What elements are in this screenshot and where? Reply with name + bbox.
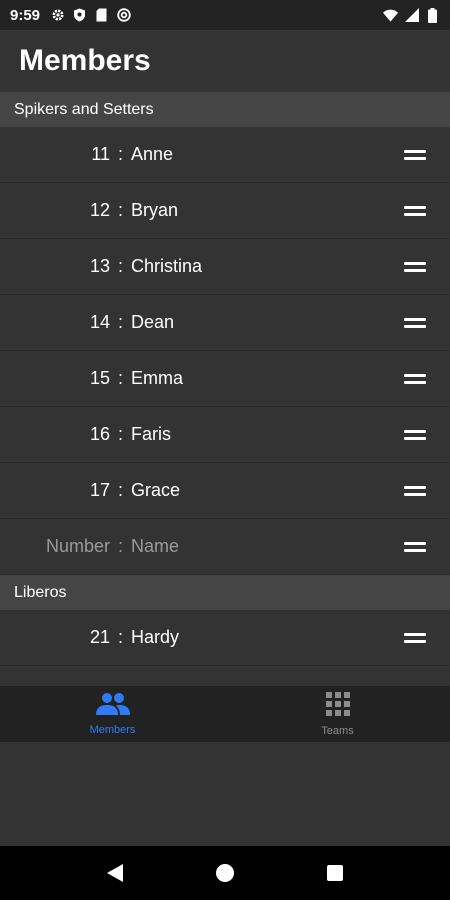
section-header-liberos: Liberos — [0, 575, 450, 610]
member-row[interactable]: 11 : Anne — [0, 127, 450, 183]
member-row[interactable]: 13 : Christina — [0, 239, 450, 295]
tab-members-label: Members — [89, 724, 136, 736]
status-bar: 9:59 — [0, 0, 450, 30]
drag-handle-icon[interactable] — [404, 260, 426, 274]
member-name: Emma — [131, 368, 184, 388]
recents-icon[interactable] — [315, 853, 355, 893]
drag-handle-icon[interactable] — [404, 631, 426, 645]
shield-icon — [72, 8, 87, 23]
member-number: 14 — [89, 312, 110, 332]
member-separator: : — [117, 536, 123, 556]
back-icon[interactable] — [95, 853, 135, 893]
member-name: Bryan — [131, 200, 179, 220]
drag-handle-icon[interactable] — [404, 204, 426, 218]
page-title: Members — [19, 44, 151, 77]
number-input[interactable]: Number — [0, 536, 110, 557]
member-name: Christina — [131, 256, 203, 276]
member-name: Anne — [131, 144, 174, 164]
bottom-navigation: Members Teams — [0, 686, 450, 742]
drag-handle-icon[interactable] — [404, 428, 426, 442]
tab-teams[interactable]: Teams — [225, 686, 450, 742]
app-header: Members — [0, 30, 450, 92]
member-number: 17 — [89, 480, 110, 500]
empty-content-area — [0, 742, 450, 846]
member-row[interactable]: 12 : Bryan — [0, 183, 450, 239]
member-separator: : — [117, 368, 123, 388]
gear-icon — [50, 8, 65, 23]
member-name: Grace — [131, 480, 181, 500]
section-header-spikers-setters: Spikers and Setters — [0, 92, 450, 127]
drag-handle-icon[interactable] — [404, 148, 426, 162]
member-row[interactable]: 16 : Faris — [0, 407, 450, 463]
people-icon — [95, 692, 130, 721]
drag-handle-icon[interactable] — [404, 484, 426, 498]
system-navigation-bar — [0, 846, 450, 900]
member-row[interactable]: 15 : Emma — [0, 351, 450, 407]
member-separator: : — [117, 627, 123, 647]
sim-card-icon — [94, 8, 109, 23]
new-member-row[interactable]: Number : Name — [0, 519, 450, 575]
member-separator: : — [117, 144, 123, 164]
member-number: 16 — [89, 424, 110, 444]
member-separator: : — [117, 424, 123, 444]
home-icon[interactable] — [205, 853, 245, 893]
member-number: 12 — [89, 200, 110, 220]
drag-handle-icon[interactable] — [404, 372, 426, 386]
member-row[interactable]: 21 : Hardy — [0, 610, 450, 666]
member-separator: : — [117, 480, 123, 500]
member-number: 13 — [89, 256, 110, 276]
member-name: Hardy — [131, 627, 180, 647]
battery-icon — [425, 7, 440, 23]
signal-icon — [404, 8, 419, 23]
member-name: Dean — [131, 312, 175, 332]
at-sign-icon — [116, 8, 131, 23]
drag-handle-icon[interactable] — [404, 540, 426, 554]
member-number: 15 — [89, 368, 110, 388]
status-notification-icons — [50, 8, 131, 23]
member-separator: : — [117, 200, 123, 220]
member-number: 11 — [91, 144, 110, 164]
grid-icon — [325, 691, 351, 722]
member-number: 21 — [89, 627, 110, 647]
member-name: Faris — [131, 424, 171, 444]
member-separator: : — [117, 312, 123, 332]
member-row[interactable]: 17 : Grace — [0, 463, 450, 519]
member-separator: : — [117, 256, 123, 276]
tab-teams-label: Teams — [321, 725, 354, 737]
wifi-icon — [383, 8, 398, 23]
member-list[interactable]: Spikers and Setters 11 : Anne 12 : Bryan… — [0, 92, 450, 686]
status-time: 9:59 — [10, 6, 41, 24]
tab-members[interactable]: Members — [0, 686, 225, 742]
drag-handle-icon[interactable] — [404, 316, 426, 330]
name-input[interactable]: Name — [131, 536, 179, 557]
member-row[interactable]: 14 : Dean — [0, 295, 450, 351]
status-system-icons — [383, 7, 440, 23]
